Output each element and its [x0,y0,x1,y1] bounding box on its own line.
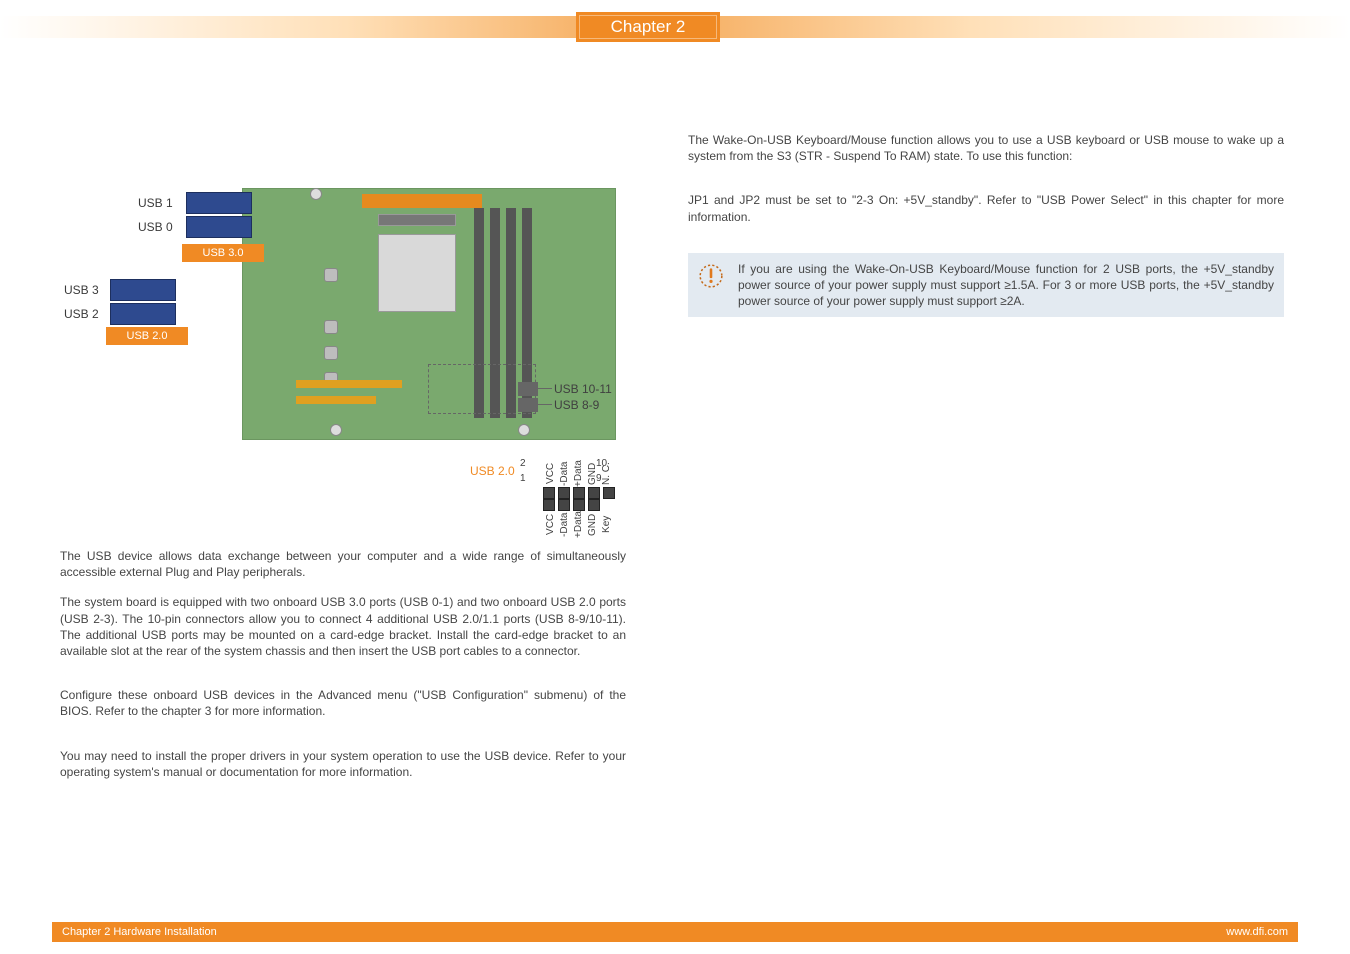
label-usb1011: USB 10-11 [554,382,612,396]
pinlabel: GND [587,460,600,487]
pinlabel: Key [601,511,614,538]
cpu-clip [378,214,456,226]
callout-line [538,388,552,389]
screw-hole [330,424,342,436]
port-usb2 [110,303,176,325]
paragraph: The system board is equipped with two on… [60,594,626,659]
paragraph: The USB device allows data exchange betw… [60,548,626,580]
label-usb89: USB 8-9 [554,398,599,412]
pinlabel: -Data [559,511,572,538]
header-usb1011 [518,382,538,396]
pinlabel: +Data [573,511,586,538]
pci-slot [296,380,402,388]
pci-slot [296,396,376,404]
right-column: The Wake-On-USB Keyboard/Mouse function … [688,132,1284,317]
pinout-title: USB 2.0 [470,464,515,478]
pin-key [603,499,615,511]
tag-usb20: USB 2.0 [106,327,188,345]
pin-pad [558,499,570,511]
port-usb3 [110,279,176,301]
pinlabel: N. C. [601,460,614,487]
note-text: If you are using the Wake-On-USB Keyboar… [738,261,1274,310]
pinlabel: VCC [545,511,558,538]
screw-hole [310,188,322,200]
note-box: If you are using the Wake-On-USB Keyboar… [688,253,1284,318]
label-usb1: USB 1 [138,196,173,210]
footer-left: Chapter 2 Hardware Installation [62,926,217,938]
tag-usb30: USB 3.0 [182,244,264,262]
topbar-gradient-left [0,16,576,38]
pin-pad [588,487,600,499]
pin-pad [558,487,570,499]
rear-io-header [362,194,482,208]
cpu-socket [378,234,456,312]
pinout-labels-bottom: VCC -Data +Data GND Key [524,511,634,538]
pin-pad [543,499,555,511]
standoff [324,346,338,360]
paragraph: You may need to install the proper drive… [60,748,626,780]
warning-icon [698,263,724,289]
header-usb89 [518,398,538,412]
pin-row-bottom [524,499,634,511]
page-footer: Chapter 2 Hardware Installation www.dfi.… [52,922,1298,942]
paragraph: The Wake-On-USB Keyboard/Mouse function … [688,132,1284,164]
pin-pad [573,487,585,499]
standoff [324,268,338,282]
pinout-labels-top: VCC -Data +Data GND N. C. [524,460,634,487]
pin-pad [588,499,600,511]
pinlabel: GND [587,511,600,538]
motherboard-diagram: USB 1 USB 0 USB 3 USB 2 USB 3.0 USB 2.0 … [146,164,626,544]
pin-row-top [524,487,634,499]
paragraph: Configure these onboard USB devices in t… [60,687,626,719]
pin-pad [603,487,615,499]
footer-right: www.dfi.com [1226,926,1288,938]
pinlabel: +Data [573,460,586,487]
pinout-diagram: VCC -Data +Data GND N. C. VCC -Data +Dat… [524,460,634,538]
standoff [324,320,338,334]
callout-line [538,404,552,405]
pin-pad [543,487,555,499]
port-usb1 [186,192,252,214]
left-column: The USB device allows data exchange betw… [60,548,626,794]
pinlabel: -Data [559,460,572,487]
chapter-box: Chapter 2 [576,12,720,42]
pinlabel: VCC [545,460,558,487]
screw-hole [518,424,530,436]
label-usb3: USB 3 [64,283,99,297]
pin-pad [573,499,585,511]
topbar-gradient-right [720,16,1350,38]
port-usb0 [186,216,252,238]
label-usb2: USB 2 [64,307,99,321]
label-usb0: USB 0 [138,220,173,234]
paragraph: JP1 and JP2 must be set to "2-3 On: +5V_… [688,192,1284,224]
